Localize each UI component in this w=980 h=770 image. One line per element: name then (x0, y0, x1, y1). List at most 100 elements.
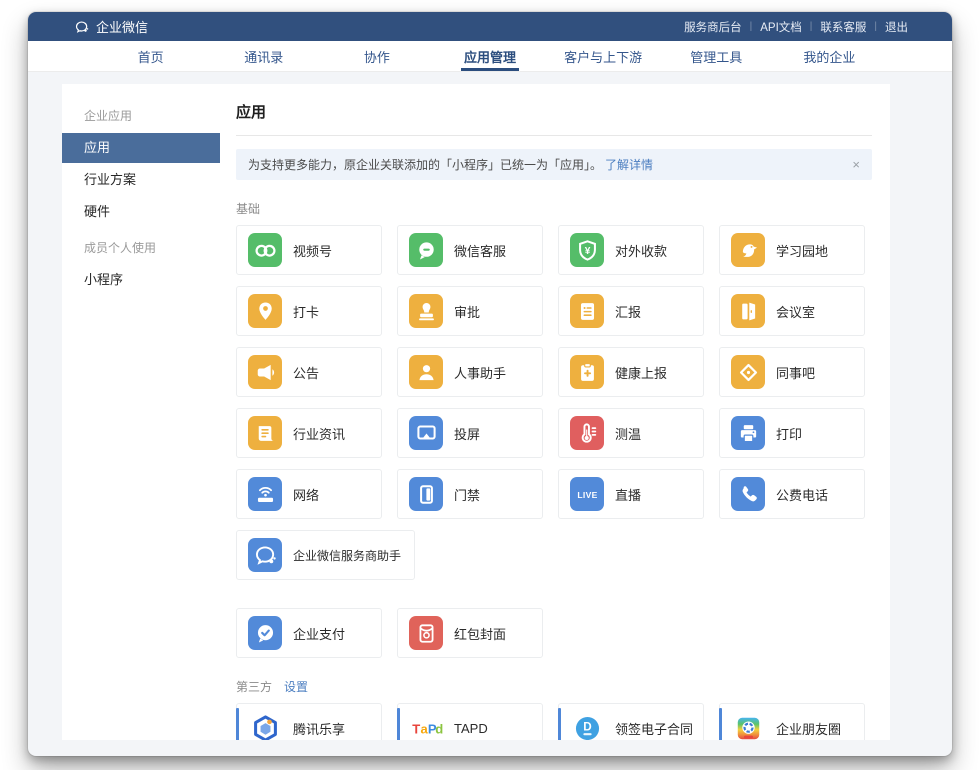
svg-text:D: D (583, 720, 591, 733)
svg-text:LIVE: LIVE (577, 489, 597, 499)
app-card-网络[interactable]: 网络 (236, 469, 382, 519)
main-content: 应用 为支持更多能力，原企业关联添加的「小程序」已统一为「应用」。了解详情 × … (220, 84, 890, 740)
notice-text: 为支持更多能力，原企业关联添加的「小程序」已统一为「应用」。 (248, 156, 602, 173)
close-icon[interactable]: × (852, 158, 860, 171)
brand-logo[interactable]: 企业微信 (74, 17, 148, 36)
app-card-投屏[interactable]: 投屏 (397, 408, 543, 458)
section-settings-link[interactable]: 设置 (284, 678, 308, 695)
svg-text:¥: ¥ (584, 246, 590, 257)
app-card-红包封面[interactable]: 红包封面 (397, 608, 543, 658)
topbar-link-3[interactable]: 退出 (885, 19, 908, 35)
sidebar-item-0-2[interactable]: 硬件 (62, 197, 220, 227)
report-doc-icon (570, 294, 604, 328)
app-card-视频号[interactable]: 视频号 (236, 225, 382, 275)
notice-detail-link[interactable]: 了解详情 (605, 156, 653, 173)
wecom-bubble-icon (248, 538, 282, 572)
app-label: 企业朋友圈 (776, 719, 841, 738)
app-card-打卡[interactable]: 打卡 (236, 286, 382, 336)
meeting-door-icon (731, 294, 765, 328)
nav-tab-2[interactable]: 协作 (320, 41, 433, 71)
app-card-微信客服[interactable]: 微信客服 (397, 225, 543, 275)
app-label: 学习园地 (776, 241, 828, 260)
app-label: 同事吧 (776, 363, 815, 382)
nav-tab-5[interactable]: 管理工具 (660, 41, 773, 71)
section-head: 基础 (236, 200, 872, 217)
app-card-测温[interactable]: 测温 (558, 408, 704, 458)
screencast-icon (409, 416, 443, 450)
app-label: TAPD (454, 721, 488, 736)
wecom-admin-window: 企业微信 服务商后台|API文档|联系客服|退出 首页通讯录协作应用管理客户与上… (28, 12, 952, 756)
app-card-汇报[interactable]: 汇报 (558, 286, 704, 336)
router-icon (248, 477, 282, 511)
app-label: 会议室 (776, 302, 815, 321)
topbar-link-2[interactable]: 联系客服 (820, 19, 866, 35)
app-card-公费电话[interactable]: 公费电话 (719, 469, 865, 519)
sidebar-group-header: 企业应用 (84, 107, 220, 124)
phone-icon (731, 477, 765, 511)
chat-service-icon (409, 233, 443, 267)
diamond-icon (731, 355, 765, 389)
sidebar-item-0-0[interactable]: 应用 (62, 133, 220, 163)
app-card-门禁[interactable]: 门禁 (397, 469, 543, 519)
svg-text:d: d (435, 721, 443, 736)
card-grid: 企业支付红包封面 (236, 608, 872, 658)
app-card-直播[interactable]: LIVE直播 (558, 469, 704, 519)
nav-tab-0[interactable]: 首页 (94, 41, 207, 71)
nav-tab-6[interactable]: 我的企业 (773, 41, 886, 71)
app-groups: 基础视频号 微信客服 ¥对外收款 学习园地打卡 审批 汇报 会议室公告人事助手 健康上报 同事吧… (236, 200, 872, 740)
app-card-健康上报[interactable]: 健康上报 (558, 347, 704, 397)
app-card-公告[interactable]: 公告 (236, 347, 382, 397)
app-card-学习园地[interactable]: 学习园地 (719, 225, 865, 275)
health-clipboard-icon (570, 355, 604, 389)
app-label: 微信客服 (454, 241, 506, 260)
body-area: 企业应用应用行业方案硬件成员个人使用小程序 应用 为支持更多能力，原企业关联添加… (28, 72, 952, 756)
app-label: 视频号 (293, 241, 332, 260)
topbar-link-1[interactable]: API文档 (760, 19, 802, 35)
app-card-行业资讯[interactable]: 行业资讯 (236, 408, 382, 458)
sidebar-item-0-1[interactable]: 行业方案 (62, 165, 220, 195)
sidebar: 企业应用应用行业方案硬件成员个人使用小程序 (62, 84, 220, 740)
app-label: 门禁 (454, 485, 480, 504)
svg-text:T: T (412, 721, 420, 736)
stamp-icon (409, 294, 443, 328)
page-title: 应用 (236, 101, 872, 122)
app-card-腾讯乐享[interactable]: 腾讯乐享 (236, 703, 382, 740)
person-icon (409, 355, 443, 389)
app-card-企业微信服务商助手[interactable]: 企业微信服务商助手 (236, 530, 415, 580)
megaphone-icon (248, 355, 282, 389)
moments-rainbow-icon (731, 711, 765, 740)
app-card-同事吧[interactable]: 同事吧 (719, 347, 865, 397)
app-label: 打卡 (293, 302, 319, 321)
app-card-对外收款[interactable]: ¥对外收款 (558, 225, 704, 275)
topbar-link-0[interactable]: 服务商后台 (684, 19, 742, 35)
app-card-企业支付[interactable]: 企业支付 (236, 608, 382, 658)
sidebar-item-1-0[interactable]: 小程序 (62, 265, 220, 295)
sidebar-group: 企业应用应用行业方案硬件 (62, 107, 220, 227)
app-label: 企业微信服务商助手 (293, 547, 401, 564)
app-label: 腾讯乐享 (293, 719, 345, 738)
app-card-领签电子合同[interactable]: D 领签电子合同 (558, 703, 704, 740)
nav-tab-4[interactable]: 客户与上下游 (547, 41, 660, 71)
nav-tab-1[interactable]: 通讯录 (207, 41, 320, 71)
sidebar-group-header: 成员个人使用 (84, 239, 220, 256)
thermometer-icon (570, 416, 604, 450)
main-nav: 首页通讯录协作应用管理客户与上下游管理工具我的企业 (28, 41, 952, 72)
app-card-人事助手[interactable]: 人事助手 (397, 347, 543, 397)
pay-bubble-check-icon (248, 616, 282, 650)
app-card-会议室[interactable]: 会议室 (719, 286, 865, 336)
title-divider (236, 135, 872, 136)
app-label: 健康上报 (615, 363, 667, 382)
location-pin-icon (248, 294, 282, 328)
nav-tab-3[interactable]: 应用管理 (433, 41, 546, 71)
news-icon (248, 416, 282, 450)
channels-icon (248, 233, 282, 267)
wecom-logo-icon (74, 19, 90, 35)
app-card-企业朋友圈[interactable]: 企业朋友圈 (719, 703, 865, 740)
app-label: 汇报 (615, 302, 641, 321)
red-packet-icon (409, 616, 443, 650)
app-label: 领签电子合同 (615, 719, 693, 738)
app-card-审批[interactable]: 审批 (397, 286, 543, 336)
app-label: 打印 (776, 424, 802, 443)
app-card-打印[interactable]: 打印 (719, 408, 865, 458)
app-card-TAPD[interactable]: TaPdTAPD (397, 703, 543, 740)
